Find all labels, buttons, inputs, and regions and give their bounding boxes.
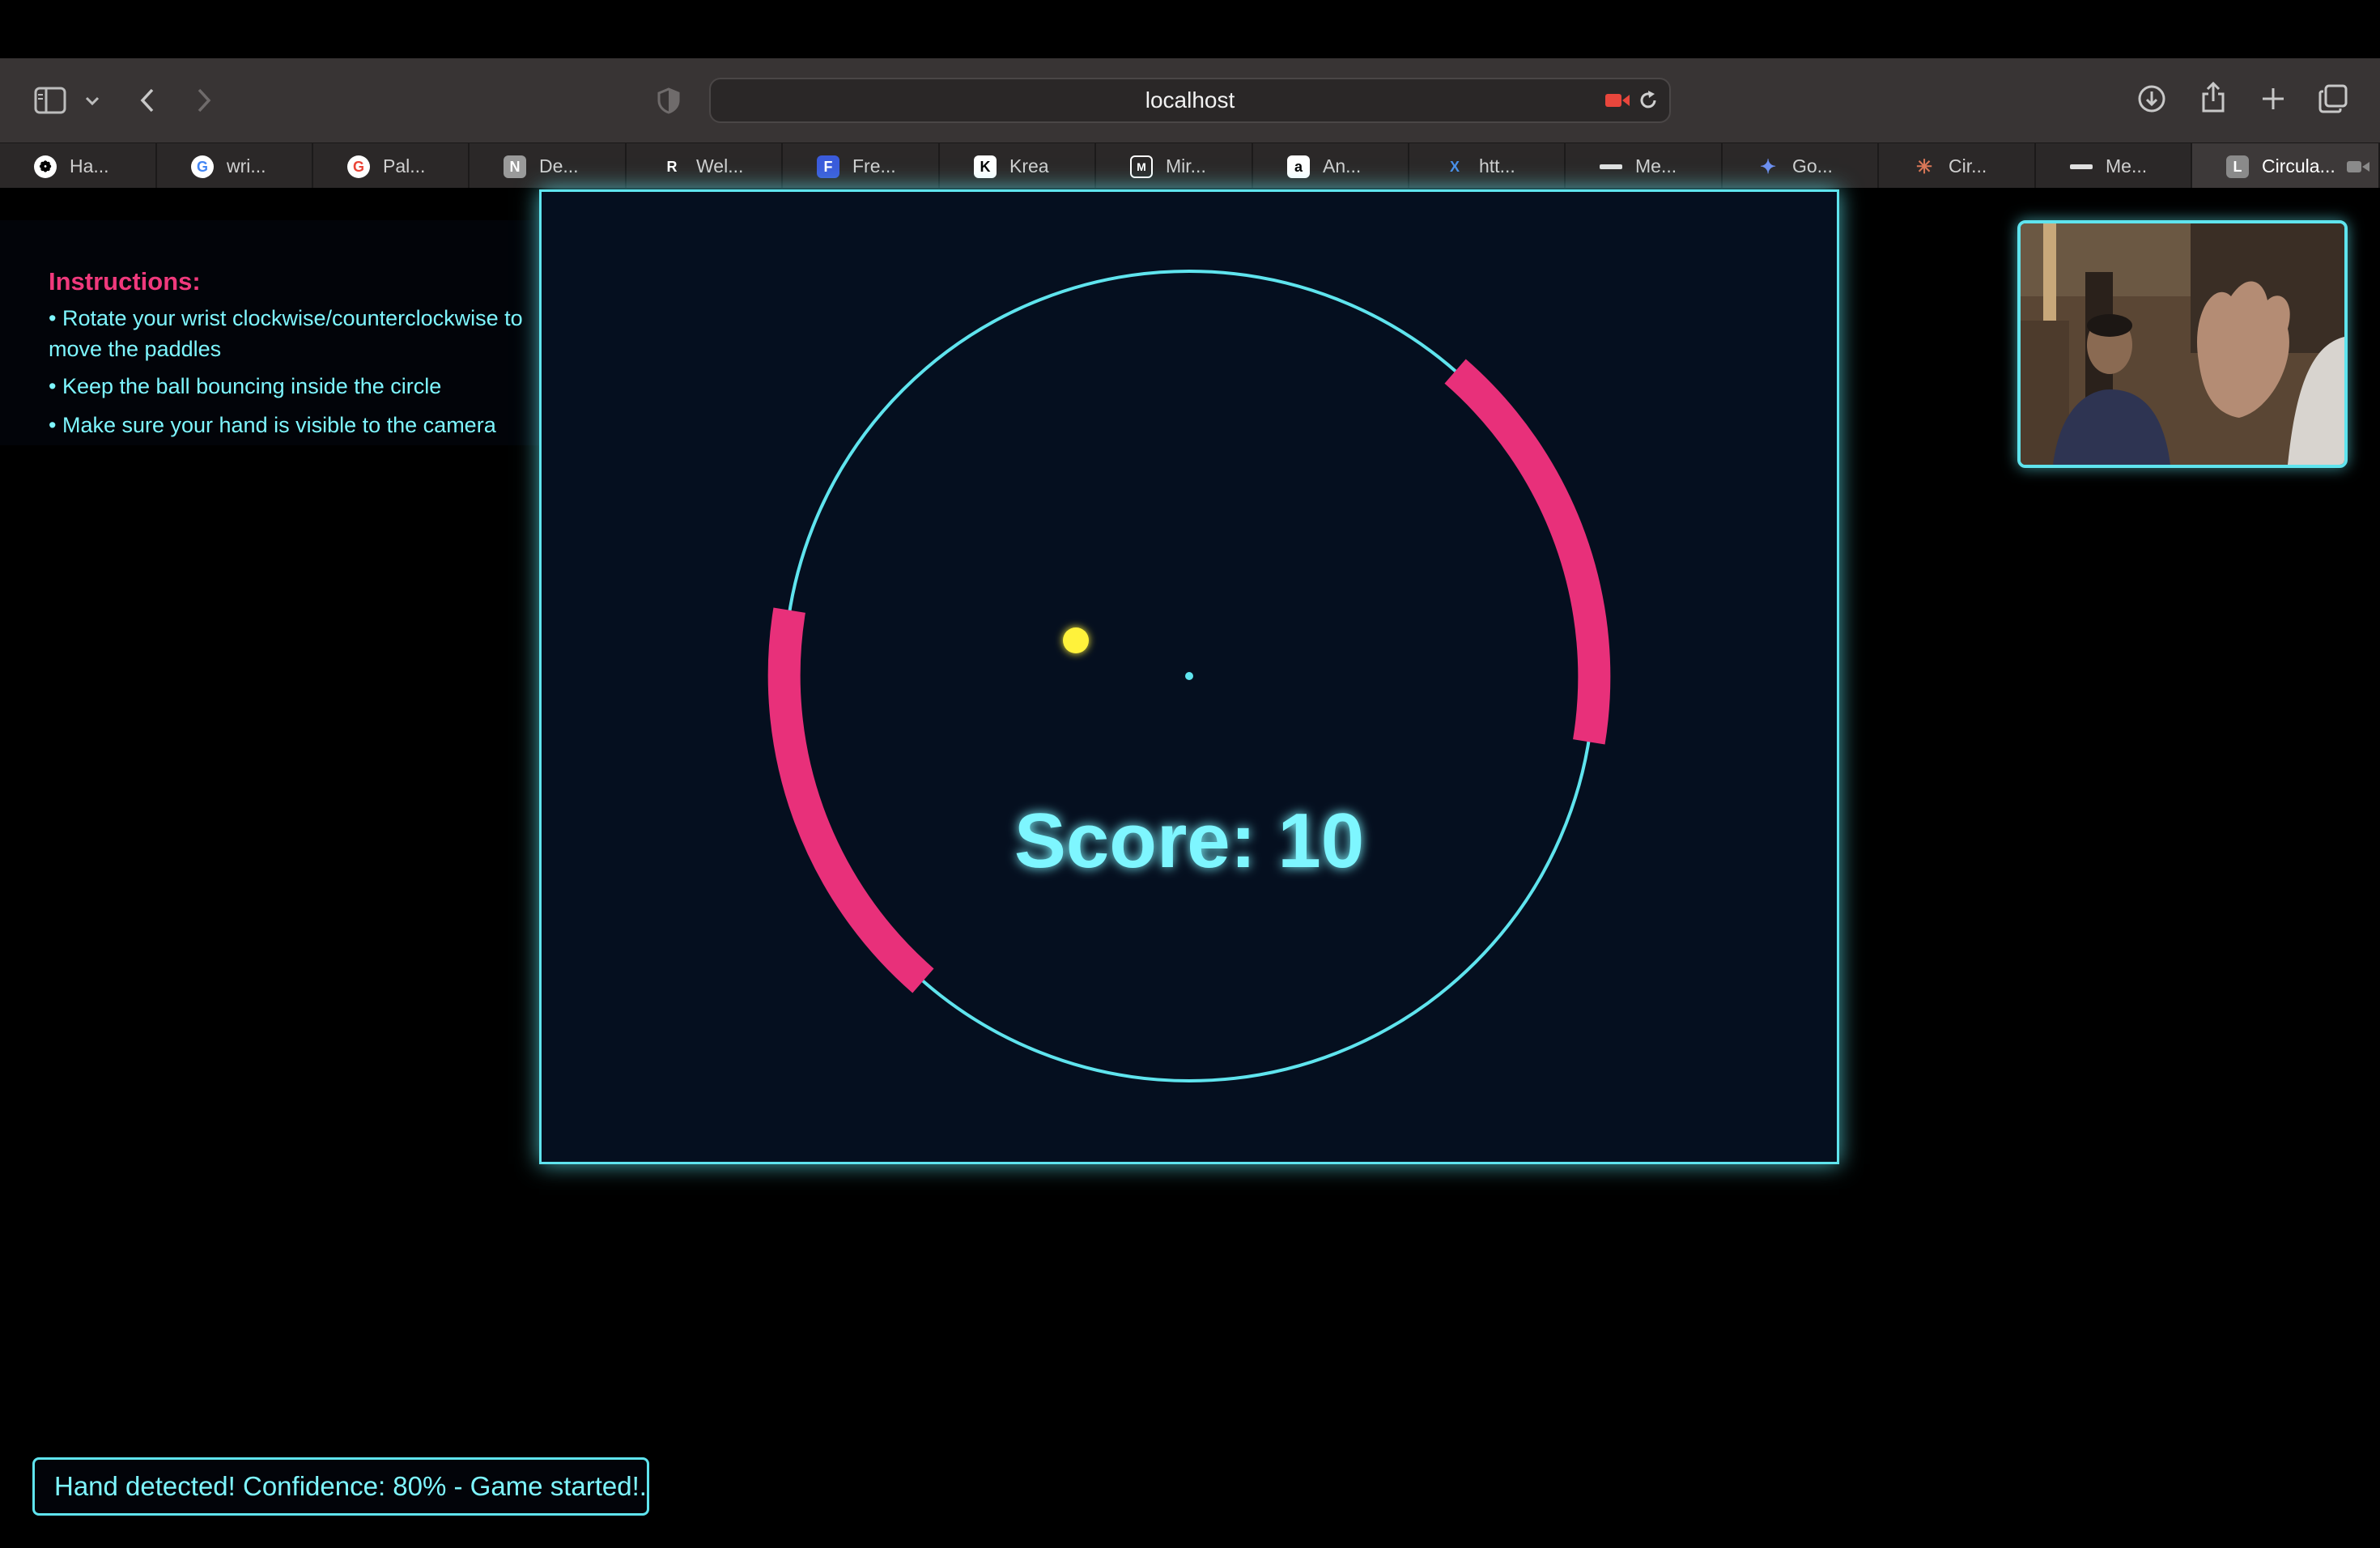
- camera-recording-icon[interactable]: [1604, 89, 1630, 112]
- claude-icon: ✳: [1915, 155, 1933, 178]
- x-icon: X: [1449, 158, 1460, 175]
- tab[interactable]: M Mir...: [1096, 143, 1253, 189]
- tab[interactable]: Xhtt...: [1409, 143, 1566, 189]
- url-text: localhost: [1145, 87, 1235, 113]
- privacy-shield-icon[interactable]: [654, 84, 683, 117]
- tab[interactable]: F Fre...: [783, 143, 940, 189]
- address-bar[interactable]: localhost: [709, 78, 1671, 123]
- sidebar-toggle-icon[interactable]: [32, 84, 68, 117]
- amazon-icon: a: [1287, 155, 1310, 178]
- instruction-item: • Rotate your wrist clockwise/counterclo…: [49, 306, 523, 361]
- tab[interactable]: ❁ Ha...: [0, 143, 157, 189]
- tab[interactable]: ✳ Cir...: [1879, 143, 2036, 189]
- back-icon[interactable]: [133, 84, 162, 117]
- midjourney-icon: M: [1130, 155, 1153, 178]
- center-dot: [1185, 672, 1193, 680]
- google-icon: G: [191, 155, 214, 178]
- webcam-feed-image: [2021, 223, 2344, 465]
- instruction-item: • Keep the ball bouncing inside the circ…: [49, 374, 442, 398]
- paddle-left: [767, 607, 934, 993]
- tab-overview-icon[interactable]: [2317, 83, 2349, 115]
- share-icon[interactable]: [2197, 79, 2229, 115]
- tab[interactable]: N De...: [470, 143, 627, 189]
- ball: [1063, 627, 1089, 653]
- instructions-panel: Instructions: • Rotate your wrist clockw…: [0, 220, 550, 445]
- tab[interactable]: G Pal...: [313, 143, 470, 189]
- letter-l-icon: L: [2226, 155, 2249, 178]
- reload-icon[interactable]: [1635, 87, 1661, 113]
- paddle-right: [1444, 359, 1611, 745]
- camera-in-use-icon: [2346, 158, 2370, 180]
- tab[interactable]: K Krea: [940, 143, 1096, 189]
- tab-bar: ❁ Ha... Gwri... G Pal... N De... R Wel... FF…: [0, 142, 2380, 189]
- replit-icon: R: [666, 158, 678, 175]
- status-message: Hand detected! Confidence: 80% - Game st…: [32, 1457, 649, 1516]
- webcam-preview: [2017, 220, 2348, 468]
- game-canvas[interactable]: Score: 10: [539, 189, 1839, 1164]
- meta-icon: [1600, 155, 1622, 178]
- meta-icon: [2070, 155, 2093, 178]
- tab[interactable]: Me...: [1566, 143, 1723, 189]
- instructions-title: Instructions:: [49, 267, 201, 296]
- instruction-item: • Make sure your hand is visible to the …: [49, 413, 496, 437]
- form-icon: F: [817, 155, 839, 178]
- tab-active[interactable]: L Circula...: [2192, 143, 2380, 189]
- download-icon[interactable]: [2136, 83, 2168, 115]
- tab[interactable]: Me...: [2036, 143, 2192, 189]
- score-text: Score: 10: [1014, 797, 1364, 884]
- top-strip: [0, 0, 2380, 58]
- tab[interactable]: Gwri...: [157, 143, 313, 189]
- chevron-down-icon[interactable]: [81, 91, 104, 112]
- krea-icon: K: [974, 155, 997, 178]
- new-tab-icon[interactable]: [2257, 83, 2289, 115]
- tab[interactable]: ✦ Go...: [1723, 143, 1879, 189]
- page-content: Instructions: • Rotate your wrist clockw…: [0, 188, 2380, 1548]
- tab[interactable]: R Wel...: [627, 143, 783, 189]
- openai-icon: ❁: [34, 155, 57, 178]
- notion-icon: N: [504, 155, 526, 178]
- forward-icon[interactable]: [189, 84, 219, 117]
- tab[interactable]: a An...: [1253, 143, 1409, 189]
- browser-toolbar: localhost: [0, 58, 2380, 142]
- google-icon: G: [347, 155, 370, 178]
- gemini-icon: ✦: [1759, 155, 1777, 178]
